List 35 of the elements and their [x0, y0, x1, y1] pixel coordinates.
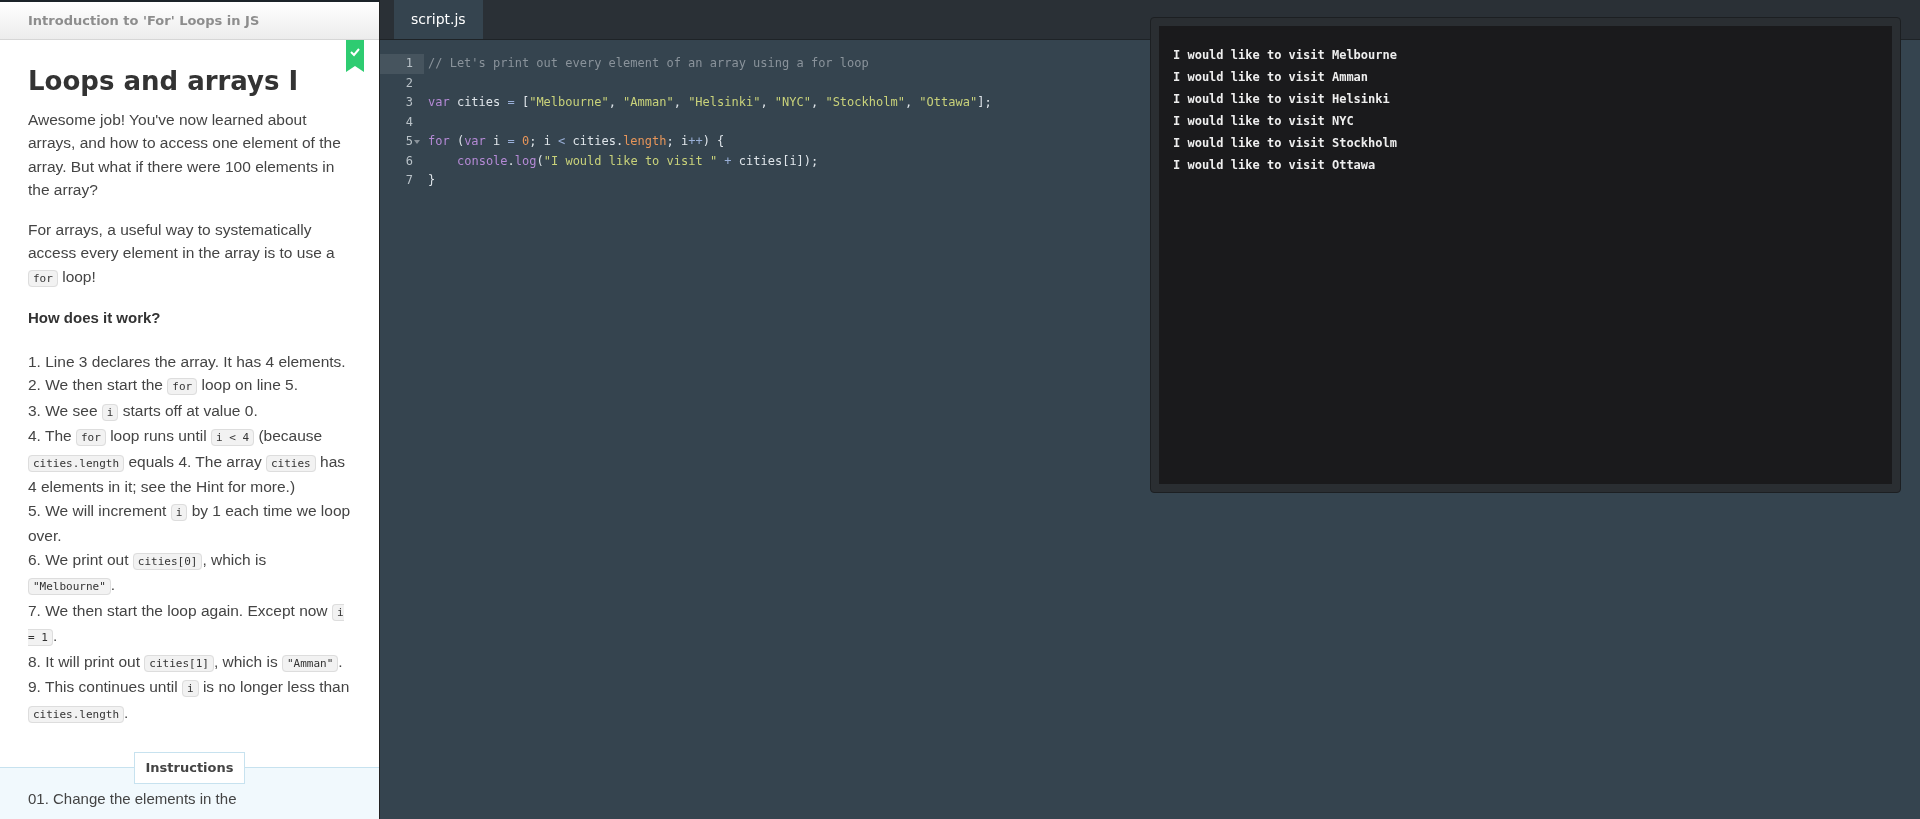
code-line: }: [427, 172, 436, 189]
line-number: 6: [405, 152, 413, 170]
course-title: Introduction to 'For' Loops in JS: [28, 11, 260, 30]
console-line: I would like to visit Ottawa: [1173, 157, 1376, 174]
code-line: // Let's print out every element of an array using a for loop: [427, 55, 869, 72]
step-text: 2. We then start the for loop on line 5.: [28, 375, 299, 397]
instructions-tab[interactable]: Instructions: [134, 752, 245, 784]
instruction-text: 01. Change the elements in the: [27, 788, 238, 809]
line-number: 5: [405, 133, 413, 150]
lesson-title: Loops and arrays I: [28, 70, 300, 94]
console-line: I would like to visit Helsinki: [1173, 91, 1390, 108]
step-text: 6. We print out cities[0] , which is "Melbourne" .: [28, 549, 268, 597]
line-number: 4: [405, 113, 413, 131]
lesson-paragraph: Awesome job! You've now learned about arrays, and how to access one element of the array. But what if there were 100 elements in the array?: [28, 109, 342, 200]
code-line: for (var i = 0; i < cities.length; i++) {: [427, 133, 725, 150]
file-tab[interactable]: script.js: [394, 0, 483, 39]
console-line: I would like to visit Stockholm: [1173, 135, 1397, 152]
console-line: I would like to visit Amman: [1173, 69, 1369, 86]
console-line: I would like to visit NYC: [1173, 113, 1354, 130]
console-line: I would like to visit Melbourne: [1173, 47, 1397, 64]
step-text: 9. This continues until i is no longer less than cities.length .: [28, 677, 351, 725]
line-number: 7: [405, 172, 413, 189]
lesson-subheading: How does it work?: [28, 308, 162, 328]
line-number: 3: [405, 94, 413, 111]
step-text: 8. It will print out cities[1] , which is "Amman" .: [28, 651, 344, 674]
code-line: console.log("I would like to visit " + cities[i]);: [456, 152, 819, 170]
step-text: 1. Line 3 declares the array. It has 4 elements.: [28, 351, 347, 372]
code-line: var cities = ["Melbourne", "Amman", "Helsinki", "NYC", "Stockholm", "Ottawa"];: [427, 94, 992, 111]
step-text: 5. We will increment i by 1 each time we loop over.: [28, 500, 351, 546]
lesson-paragraph: For arrays, a useful way to systematically access every element in the array is to use a for loop!: [28, 219, 336, 289]
fold-caret-icon[interactable]: [414, 139, 420, 144]
step-text: 3. We see i starts off at value 0.: [28, 400, 259, 423]
step-text: 4. The for loop runs until i < 4 (because cities.length equals 4. The array cities has 4 elements in it; see the Hint for more.): [28, 426, 347, 497]
line-number: 1: [405, 55, 413, 72]
line-number: 2: [405, 74, 413, 92]
